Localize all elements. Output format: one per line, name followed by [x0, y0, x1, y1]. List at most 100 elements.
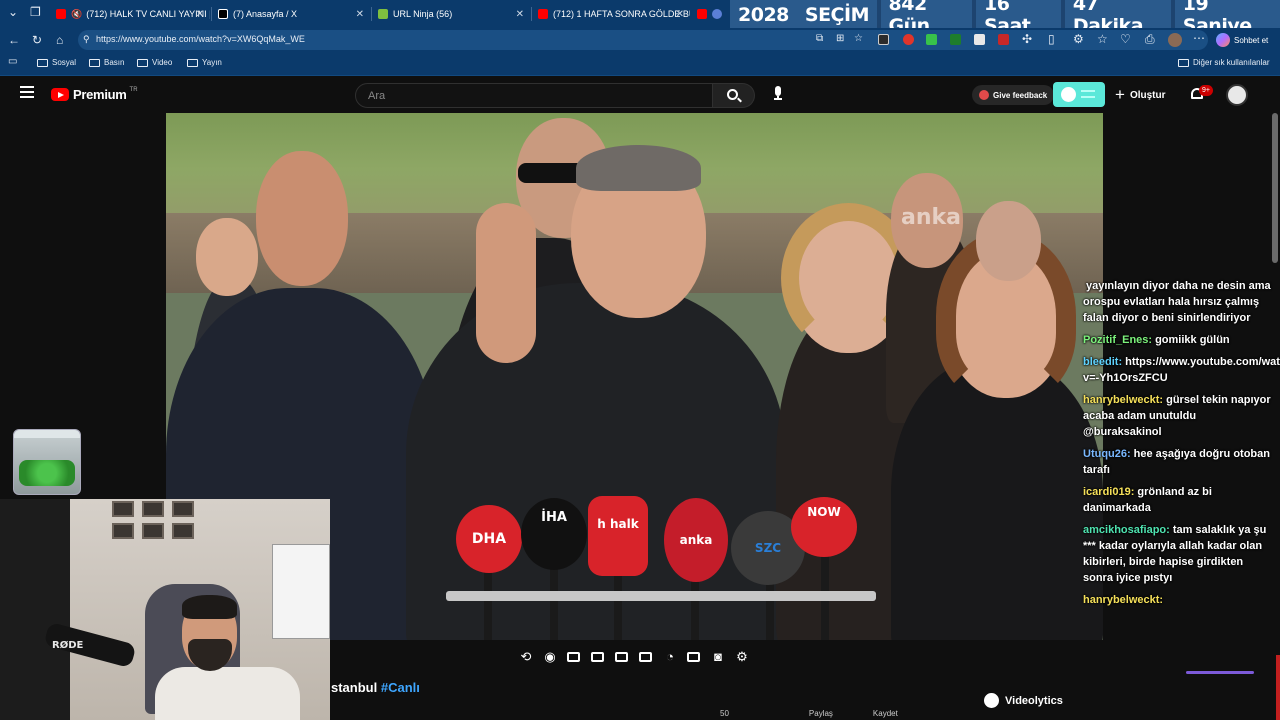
tab-active[interactable] [691, 3, 731, 25]
reload-icon[interactable]: ↻ [32, 33, 42, 47]
bookmark-yayin[interactable]: Yayın [187, 58, 222, 67]
bookmarks-menu-icon[interactable]: ▭ [8, 56, 17, 67]
give-feedback-button[interactable]: Give feedback [972, 85, 1055, 105]
screenshot-icon[interactable]: ⎙ [1145, 32, 1155, 47]
favorites-icon[interactable]: ☆ [1097, 32, 1108, 46]
home-icon[interactable]: ⌂ [56, 33, 63, 47]
hamburger-menu-icon[interactable] [20, 86, 34, 98]
chat-username: Utuqu26: [1083, 448, 1131, 460]
video-speaker [406, 283, 786, 640]
extension-icon[interactable] [998, 34, 1009, 45]
close-tab-icon[interactable]: ✕ [356, 9, 364, 20]
extension-icon[interactable] [950, 34, 961, 45]
photo-frame [142, 501, 164, 517]
extension-toggle-button[interactable] [1053, 82, 1105, 107]
workspaces-icon[interactable]: ❐ [30, 5, 41, 19]
video-title-text: stanbul [331, 680, 378, 695]
mic-anka: anka [664, 498, 728, 582]
mic-brand-label: RØDE [52, 640, 84, 651]
tab-menu-icon[interactable]: ⌄ [8, 5, 18, 19]
webcam-shadow [0, 499, 70, 720]
close-tab-icon[interactable]: ✕ [516, 9, 524, 20]
read-mode-icon[interactable]: ⊞ [836, 33, 844, 44]
video-hashtag[interactable]: #Canlı [381, 680, 420, 695]
extension-icon[interactable] [903, 34, 914, 45]
mic-iha: İHA [521, 498, 587, 570]
folder-icon [1178, 58, 1189, 67]
stats-icon[interactable]: ◔ [661, 649, 679, 665]
site-info-icon[interactable]: ⚲ [83, 34, 90, 45]
bookmark-sosyal[interactable]: Sosyal [37, 58, 76, 67]
profile-avatar-icon[interactable] [1168, 33, 1182, 47]
save-button[interactable]: Kaydet [873, 709, 898, 718]
voice-search-mic-icon[interactable] [771, 86, 785, 104]
address-bar[interactable]: ⚲ https://www.youtube.com/watch?v=XW6QqM… [78, 30, 1208, 50]
url-text: https://www.youtube.com/watch?v=XW6QqMak… [96, 34, 305, 44]
tab-gol-video[interactable]: (712) 1 HAFTA SONRA GÖLDE BU ✕ [532, 3, 690, 25]
ninja-favicon-icon [378, 9, 388, 19]
add-icon[interactable] [685, 649, 703, 665]
toggle-lines-icon [1081, 90, 1095, 98]
split-screen-icon[interactable]: ▯ [1048, 32, 1055, 46]
tab-url-ninja[interactable]: URL Ninja (56) ✕ [372, 3, 530, 25]
settings-icon[interactable]: ⚙ [733, 649, 751, 665]
tab-x-home[interactable]: (7) Anasayfa / X ✕ [212, 3, 370, 25]
extension-icon[interactable] [878, 34, 889, 45]
like-count[interactable]: 50 [720, 709, 729, 718]
bookmark-basin[interactable]: Basın [89, 58, 124, 67]
muted-speaker-icon[interactable]: 🔇 [71, 9, 82, 20]
search-input[interactable] [356, 84, 712, 108]
share-button[interactable]: Paylaş [809, 709, 833, 718]
video-action-row: 50 Paylaş Kaydet [720, 709, 938, 718]
folder-icon [89, 58, 100, 67]
streamer-hair [182, 595, 237, 619]
extensions-puzzle-icon[interactable]: ✣ [1022, 32, 1032, 46]
page-scrollbar[interactable] [1272, 113, 1278, 263]
mic-base [774, 98, 782, 100]
film-icon[interactable] [589, 649, 607, 665]
collections-icon[interactable]: ♡ [1120, 32, 1131, 46]
chat-message: amcikhosafiapo: tam salaklık ya şu *** ka… [1083, 522, 1273, 586]
copilot-chat-button[interactable]: Sohbet et [1216, 32, 1268, 48]
search-box [355, 83, 713, 108]
search-button[interactable] [713, 83, 755, 108]
extension-icon[interactable] [974, 34, 985, 45]
youtube-premium-logo[interactable]: Premium TR [51, 87, 138, 102]
chat-message: hanrybelweckt: gürsel tekin napıyor acaba… [1083, 392, 1273, 440]
feedback-label: Give feedback [993, 90, 1048, 100]
chat-username: bleedit: [1083, 356, 1123, 368]
close-tab-icon[interactable]: ✕ [196, 9, 204, 20]
pip-icon[interactable] [613, 649, 631, 665]
bookmark-video[interactable]: Video [137, 58, 172, 67]
videolytics-button[interactable]: Videolytics [984, 693, 1063, 708]
account-avatar[interactable] [1226, 84, 1248, 106]
photo-frame [172, 501, 194, 517]
broadcast-icon[interactable]: ◉ [541, 649, 559, 665]
bookmark-other-favorites[interactable]: Diğer sık kullanılanlar [1178, 58, 1269, 67]
back-icon[interactable]: ← [8, 33, 20, 47]
speed-icon[interactable] [565, 649, 583, 665]
bookmarks-bar: ▭ Sosyal Basın Video Yayın Diğer sık kul… [0, 52, 1280, 76]
close-tab-icon[interactable]: ✕ [676, 9, 684, 20]
create-label: Oluştur [1129, 89, 1166, 101]
settings-gear-icon[interactable]: ⚙ [1073, 32, 1084, 46]
cinema-mode-icon[interactable] [637, 649, 655, 665]
chat-username: Pozitif_Enes: [1083, 334, 1153, 346]
favorite-star-icon[interactable]: ☆ [854, 33, 863, 44]
screenshot-camera-icon[interactable]: ◙ [709, 649, 727, 665]
chat-text: gomiikk gülün [1155, 334, 1230, 346]
live-chat-overlay: yayınlayın diyor daha ne desin ama orosp… [1083, 278, 1280, 614]
chat-username: amcikhosafiapo: [1083, 524, 1170, 536]
translate-icon[interactable]: ⧉ [816, 33, 823, 44]
tab-halk-tv[interactable]: 🔇 (712) HALK TV CANLI YAYINI | ✕ [50, 3, 210, 25]
speaker-hair [576, 145, 701, 191]
side-accent-bar [1276, 655, 1280, 720]
folder-icon [37, 58, 48, 67]
tab-title: (712) HALK TV CANLI YAYINI | [86, 9, 210, 19]
create-button[interactable]: + Oluştur [1115, 85, 1166, 105]
bookmark-label: Sosyal [52, 58, 77, 67]
extension-icon[interactable] [926, 34, 937, 45]
loop-icon[interactable]: ⟲ [517, 649, 535, 665]
more-options-icon[interactable]: ⋯ [1193, 31, 1205, 45]
mic-now: NOW [791, 497, 857, 557]
